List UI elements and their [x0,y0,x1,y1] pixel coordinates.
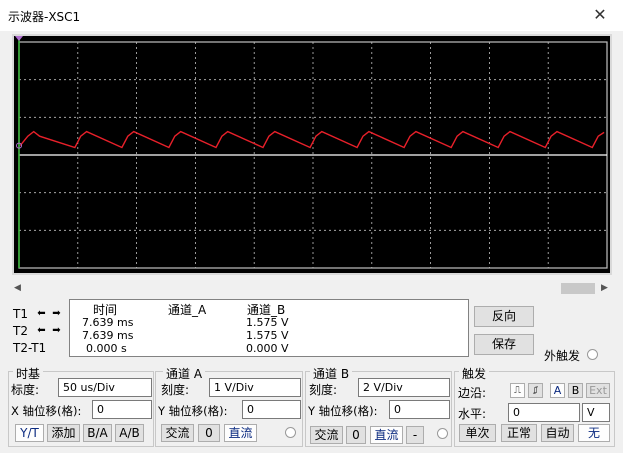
header-channel-a: 通道_A [168,303,207,317]
mode-ab-button[interactable]: A/B [115,424,144,442]
trigger-auto-button[interactable]: 自动 [541,424,574,442]
scroll-right-icon[interactable]: ▶ [601,282,608,295]
t2-t1-label: T2-T1 [13,341,47,355]
channel-a-scale-label: 刻度: [161,383,190,397]
trigger-none-button[interactable]: 无 [578,424,610,442]
channel-b-scale-field[interactable]: 2 V/Div [358,378,450,397]
x-position-field[interactable]: 0 [92,400,152,419]
t2-label: T2 [13,324,28,338]
mode-ba-button[interactable]: B/A [83,424,112,442]
channel-b-terminal[interactable] [437,428,448,439]
channel-a-scale-field[interactable]: 1 V/Div [209,378,301,397]
close-icon[interactable]: ✕ [590,5,610,25]
t2-channel-b: 1.575 V [246,329,289,342]
channel-b-title: 通道 B [310,365,353,382]
t1-time: 7.639 ms [82,316,134,329]
channel-a-title: 通道 A [163,365,206,382]
t2-t1-time: 0.000 s [86,342,127,355]
channel-a-ypos-label: Y 轴位移(格): [158,404,228,418]
t2-right-arrow-icon[interactable]: ➡ [50,324,63,337]
channel-b-dc-button[interactable]: 直流 [370,426,403,444]
t1-left-arrow-icon[interactable]: ⬅ [35,307,48,320]
t2-time: 7.639 ms [82,329,134,342]
channel-b-ypos-label: Y 轴位移(格): [308,404,378,418]
rising-edge-icon[interactable]: ⎍ [510,383,525,398]
level-label: 水平: [458,407,487,421]
x-position-label: X 轴位移(格): [11,404,82,418]
level-unit-field[interactable]: V [582,403,610,422]
t1-label: T1 [13,307,28,321]
scroll-left-icon[interactable]: ◀ [14,282,21,295]
channel-a-zero-button[interactable]: 0 [198,424,220,442]
channel-b-scale-label: 刻度: [309,383,338,397]
mode-yt-button[interactable]: Y/T [15,424,44,442]
title-bar [0,0,623,31]
channel-b-ypos-field[interactable]: 0 [389,400,450,419]
channel-b-ac-button[interactable]: 交流 [310,426,343,444]
trigger-b-button[interactable]: B [568,383,583,398]
t1-channel-b: 1.575 V [246,316,289,329]
channel-a-ac-button[interactable]: 交流 [161,424,194,442]
trigger-ext-button[interactable]: Ext [586,383,610,398]
scope-display [14,36,610,273]
timebase-scale-label: 标度: [11,383,40,397]
scroll-thumb[interactable] [561,283,595,294]
save-button[interactable]: 保存 [474,334,534,355]
level-field[interactable]: 0 [508,403,580,422]
mode-add-button[interactable]: 添加 [47,424,80,442]
window-title: 示波器-XSC1 [8,10,81,24]
horizontal-scrollbar[interactable] [12,282,612,295]
t1-right-arrow-icon[interactable]: ➡ [50,307,63,320]
channel-a-terminal[interactable] [285,427,296,438]
timebase-title: 时基 [13,365,44,382]
trigger-single-button[interactable]: 单次 [459,424,496,442]
trigger-normal-button[interactable]: 正常 [501,424,537,442]
channel-a-ypos-field[interactable]: 0 [242,400,301,419]
edge-label: 边沿: [458,386,487,400]
external-trigger-terminal[interactable] [587,349,598,360]
reverse-button[interactable]: 反向 [474,306,534,327]
external-trigger-label: 外触发 [544,349,581,363]
trigger-a-button[interactable]: A [550,383,565,398]
falling-edge-icon[interactable]: ⎎ [528,383,543,398]
timebase-scale-field[interactable]: 50 us/Div [58,378,152,397]
channel-b-minus-button[interactable]: - [406,426,424,444]
channel-b-zero-button[interactable]: 0 [346,426,366,444]
t2-left-arrow-icon[interactable]: ⬅ [35,324,48,337]
channel-a-dc-button[interactable]: 直流 [224,424,257,442]
trigger-title: 触发 [459,365,490,382]
t2-t1-channel-b: 0.000 V [246,342,289,355]
